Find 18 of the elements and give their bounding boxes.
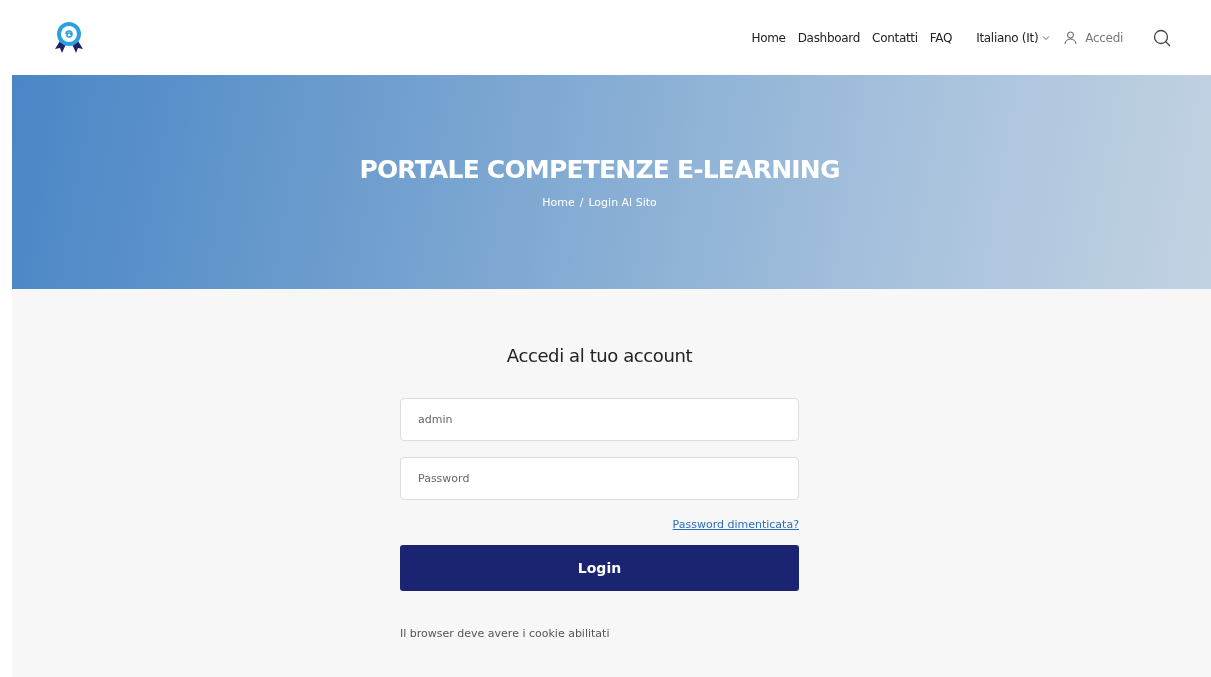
form-title: Accedi al tuo account: [506, 345, 693, 366]
login-link[interactable]: Accedi: [1064, 30, 1123, 45]
breadcrumb-separator: /: [579, 196, 584, 209]
page-title: PORTALE COMPETENZE E-LEARNING: [359, 155, 840, 184]
rosette-logo[interactable]: [52, 20, 86, 55]
nav-link[interactable]: Contatti: [872, 30, 918, 45]
nav-link[interactable]: Home: [751, 30, 786, 45]
user-icon: [1064, 31, 1078, 44]
chevron-down-icon: [1042, 33, 1051, 42]
language-dropdown[interactable]: Italiano (It): [976, 30, 1051, 45]
nav-link[interactable]: Dashboard: [797, 30, 861, 45]
password-field[interactable]: Password: [400, 457, 799, 500]
nav-link[interactable]: FAQ: [929, 30, 953, 45]
username-field[interactable]: admin: [400, 398, 799, 441]
login-button[interactable]: Login: [400, 545, 799, 591]
cookie-note: Il browser deve avere i cookie abilitati: [400, 627, 611, 640]
forgot-password-link[interactable]: Password dimenticata?: [672, 518, 799, 531]
search-button[interactable]: [1153, 28, 1171, 47]
